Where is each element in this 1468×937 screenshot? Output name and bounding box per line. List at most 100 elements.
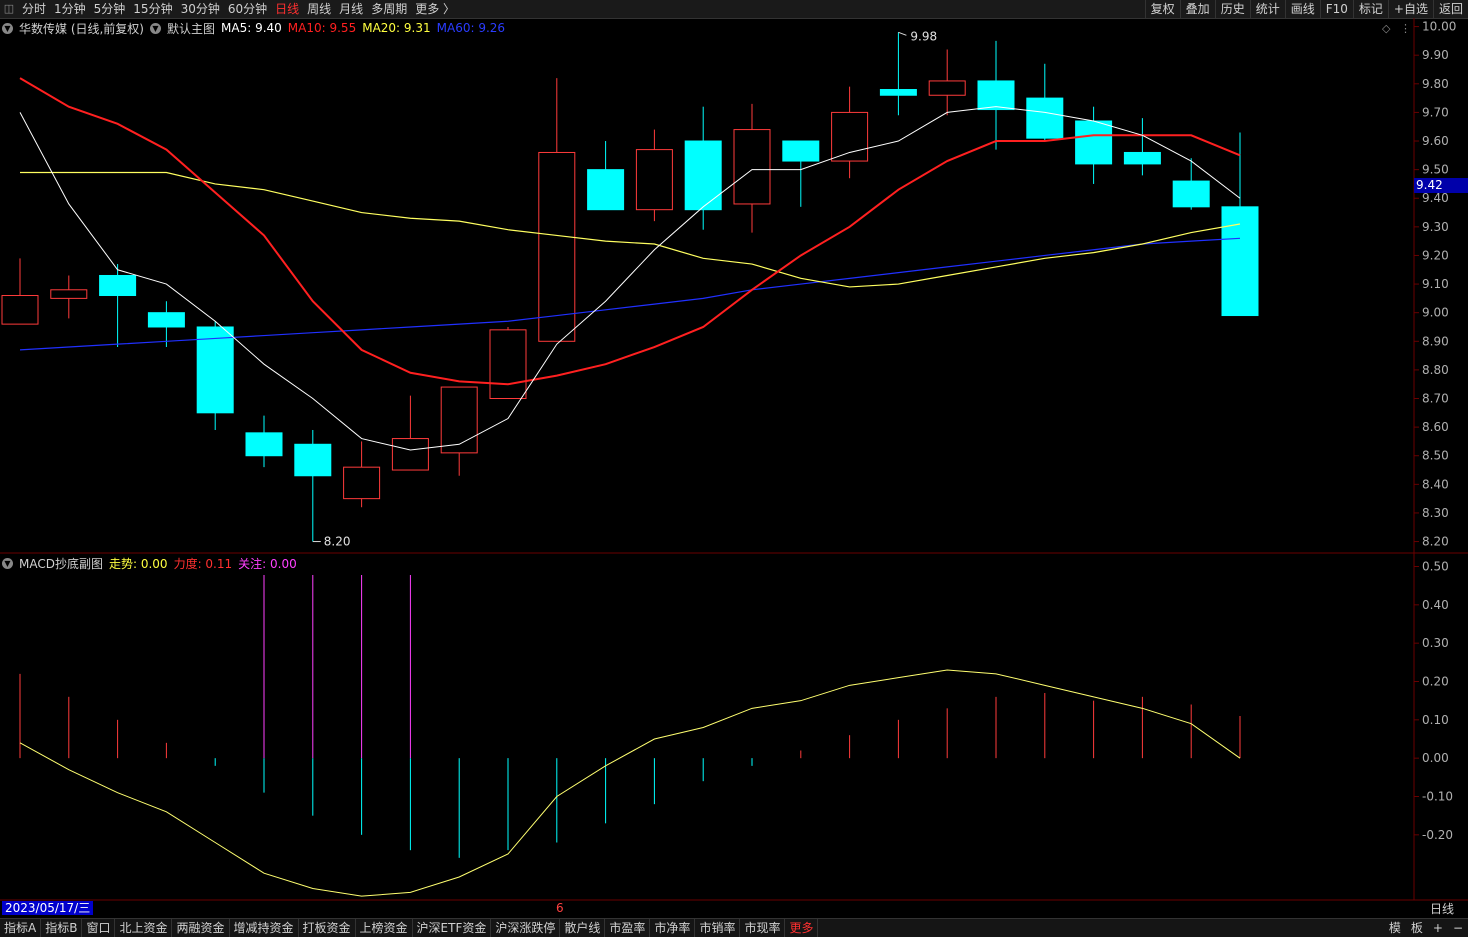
period-indicator: 日线 [1429,902,1454,916]
macd-tick-label: 0.20 [1422,675,1449,689]
stock-chart[interactable]: 10.00 9.90 9.80 9.70 9.60 9.50 9.40 9.30 9.20 9.1… [0,18,1468,918]
period-tab-10[interactable]: 更多 〉 [411,0,459,18]
price-tick-label: 8.30 [1422,506,1449,520]
toolbar-button-6[interactable]: 标记 [1352,0,1388,18]
indicator-tab-0[interactable]: 指标A [0,919,42,937]
macd-line [19,669,1241,897]
price-tick-label: 9.20 [1422,248,1449,262]
price-tick-label: 9.40 [1422,191,1449,205]
indicator-tab-10[interactable]: 散户线 [560,919,606,937]
toolbar-button-5[interactable]: F10 [1319,0,1353,18]
low-price-label: 8.20 [324,535,351,549]
macd-tick-label: 0.50 [1422,560,1449,574]
price-tick-label: 9.90 [1422,48,1449,62]
toolbar-actions: 复权 叠加 历史 统计 画线 F10 标记 +自选 返回 [1144,0,1468,18]
price-tick-label: 8.20 [1422,535,1449,549]
candle-body [1,295,39,325]
period-tab-2[interactable]: 5分钟 [90,0,130,18]
indicator-tab-8[interactable]: 沪深ETF资金 [413,919,492,937]
candle-body [538,151,576,342]
cursor-date: 2023/05/17/三 [2,901,94,915]
indicator-tab-14[interactable]: 市现率 [740,919,786,937]
candle-body [245,432,283,457]
toolbar-button-7[interactable]: +自选 [1387,0,1433,18]
candle-body [782,140,820,162]
diamond-icon[interactable]: ◇ [1382,22,1390,35]
current-price-tag: 9.42 [1414,178,1468,193]
candle-body [391,438,429,471]
force-label: 力度: 0.11 [173,556,233,571]
toolbar-button-0[interactable]: 复权 [1144,0,1180,18]
toolbar-button-2[interactable]: 历史 [1214,0,1250,18]
macd-tick-label: 0.00 [1422,751,1449,765]
toolbar-button-4[interactable]: 画线 [1284,0,1320,18]
candle-body [977,80,1015,111]
indicator-tab-15[interactable]: 更多 [785,919,819,937]
sub-indicator-name[interactable]: MACD抄底副图 [19,555,103,572]
period-tab-0[interactable]: 分时 [18,0,50,18]
period-tab-6[interactable]: 日线 [271,0,303,18]
candle-body [343,466,381,500]
toolbar-button-3[interactable]: 统计 [1249,0,1285,18]
bottom-right-controls: 模板 + − [1384,919,1468,937]
app-menu-icon[interactable]: ◫ [0,0,18,18]
period-tab-8[interactable]: 月线 [335,0,367,18]
high-price-label: 9.98 [910,29,937,43]
candle-body [733,129,771,205]
macd-tick-label: 0.30 [1422,636,1449,650]
indicator-tab-5[interactable]: 增减持资金 [230,919,299,937]
macd-tick-label: 0.40 [1422,598,1449,612]
ma20-line [20,171,1241,288]
indicator-tab-2[interactable]: 窗口 [82,919,116,937]
price-tick-label: 8.50 [1422,449,1449,463]
indicator-tabs: 指标A 指标B 窗口 北上资金 两融资金 增减持资金 打板资金 上榜资金 沪深ETF资金 沪深涨跌… [0,918,1468,937]
indicator-tab-1[interactable]: 指标B [41,919,83,937]
candle-body [831,111,869,162]
indicator-tab-13[interactable]: 市销率 [695,919,741,937]
candle-body [1075,120,1113,165]
ma10-label: MA10: 9.55 [287,21,357,35]
bottom-control-2[interactable]: + [1428,919,1448,937]
toolbar-button-1[interactable]: 叠加 [1179,0,1215,18]
period-tab-4[interactable]: 30分钟 [177,0,224,18]
template-toggle-icon[interactable]: ▼ [150,22,161,34]
period-tabs: ◫ 分时 1分钟 5分钟 15分钟 30分钟 60分钟 日线 周线 月线 多周期 更多 〉 [0,0,459,18]
period-tab-9[interactable]: 多周期 [367,0,411,18]
candle-body [1123,151,1161,165]
focus-label: 关注: 0.00 [238,556,297,571]
bottom-control-1[interactable]: 板 [1406,919,1428,937]
price-tick-label: 10.00 [1422,20,1456,34]
bottom-control-0[interactable]: 模 [1384,919,1406,937]
options-icon[interactable]: ⋮ [1400,22,1411,35]
period-tab-7[interactable]: 周线 [303,0,335,18]
indicator-tab-12[interactable]: 市净率 [650,919,696,937]
period-toolbar: ◫ 分时 1分钟 5分钟 15分钟 30分钟 60分钟 日线 周线 月线 多周期 更多 〉 复权 叠加… [0,0,1468,19]
candle-body [1172,180,1210,208]
sub-collapse-icon[interactable]: ▼ [2,557,13,569]
price-tick-label: 9.60 [1422,134,1449,148]
toolbar-button-8[interactable]: 返回 [1432,0,1468,18]
indicator-tab-11[interactable]: 市盈率 [605,919,651,937]
collapse-icon[interactable]: ▼ [2,22,13,34]
price-tick-label: 8.90 [1422,334,1449,348]
period-tab-5[interactable]: 60分钟 [224,0,271,18]
template-name[interactable]: 默认主图 [167,20,215,37]
period-tab-1[interactable]: 1分钟 [50,0,90,18]
candle-body [928,80,966,96]
bottom-control-3[interactable]: − [1448,919,1468,937]
price-tick-label: 8.70 [1422,392,1449,406]
stock-title: 华数传媒 (日线,前复权) [19,21,144,36]
ma20-label: MA20: 9.31 [362,21,431,35]
indicator-tab-9[interactable]: 沪深涨跌停 [491,919,561,937]
indicator-tab-6[interactable]: 打板资金 [299,919,356,937]
candle-body [1221,206,1259,317]
period-tab-3[interactable]: 15分钟 [129,0,176,18]
ma60-label: MA60: 9.26 [436,21,506,35]
candle-body [294,443,332,477]
candle-body [1026,97,1064,139]
indicator-tab-3[interactable]: 北上资金 [115,919,173,937]
indicator-tab-4[interactable]: 两融资金 [172,919,230,937]
macd-tick-label: 0.10 [1422,713,1449,727]
indicator-tab-7[interactable]: 上榜资金 [356,919,413,937]
price-tick-label: 8.60 [1422,420,1449,434]
